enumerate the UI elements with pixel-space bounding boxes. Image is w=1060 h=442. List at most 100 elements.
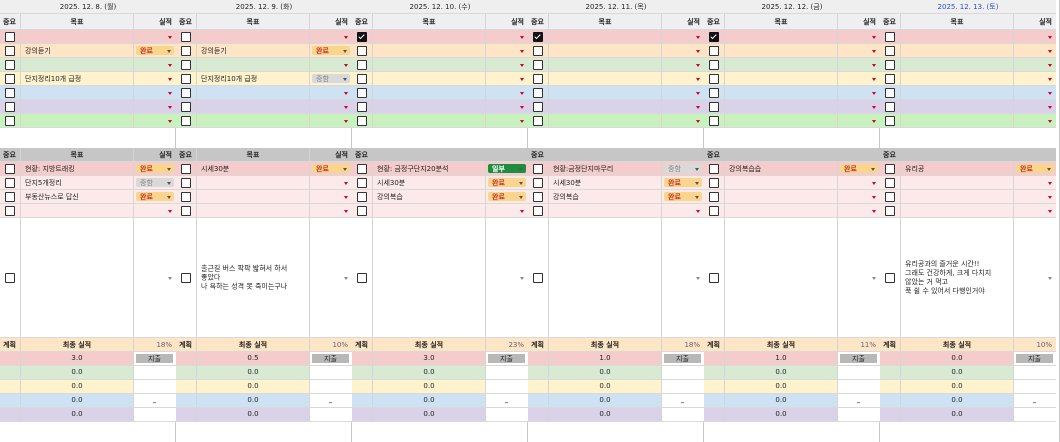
- task-cell[interactable]: 시세30분: [196, 162, 309, 175]
- status-dropdown[interactable]: [837, 30, 880, 43]
- status-dropdown[interactable]: [837, 72, 880, 85]
- priority-checkbox[interactable]: [533, 87, 543, 98]
- priority-checkbox[interactable]: [5, 101, 15, 112]
- goal-cell[interactable]: [372, 58, 485, 71]
- status-dropdown[interactable]: [309, 176, 352, 189]
- status-dropdown[interactable]: [133, 114, 176, 127]
- note-cell[interactable]: 유리공과의 즐거운 시간!! 그래도 건강하게, 크게 다치지 않았는 거 먹고…: [900, 218, 1013, 337]
- goal-cell[interactable]: [548, 58, 661, 71]
- priority-checkbox[interactable]: [357, 205, 367, 216]
- task-cell[interactable]: [372, 204, 485, 217]
- status-dropdown[interactable]: [1013, 114, 1056, 127]
- task-cell[interactable]: [724, 176, 837, 189]
- priority-checkbox[interactable]: [709, 163, 719, 174]
- goal-cell[interactable]: [900, 86, 1013, 99]
- status-dropdown[interactable]: [1013, 86, 1056, 99]
- status-dropdown[interactable]: [485, 86, 528, 99]
- status-dropdown[interactable]: [309, 58, 352, 71]
- priority-checkbox[interactable]: [709, 191, 719, 202]
- task-cell[interactable]: [900, 190, 1013, 203]
- status-dropdown[interactable]: 중함: [661, 162, 704, 175]
- note-dropdown[interactable]: [309, 218, 352, 337]
- priority-checkbox[interactable]: [357, 45, 367, 56]
- priority-checkbox[interactable]: [357, 177, 367, 188]
- task-cell[interactable]: 단지5개정리: [20, 176, 133, 189]
- submit-button[interactable]: 지출: [664, 354, 701, 363]
- priority-checkbox[interactable]: [181, 205, 191, 216]
- goal-cell[interactable]: [20, 86, 133, 99]
- status-dropdown[interactable]: [1013, 100, 1056, 113]
- goal-cell[interactable]: 단지정리10개 급정: [20, 72, 133, 85]
- status-dropdown[interactable]: [837, 44, 880, 57]
- task-cell[interactable]: 강의복습: [548, 190, 661, 203]
- priority-checkbox[interactable]: [357, 73, 367, 84]
- status-dropdown[interactable]: [1013, 204, 1056, 217]
- priority-checkbox[interactable]: [5, 45, 15, 56]
- goal-cell[interactable]: [724, 72, 837, 85]
- goal-cell[interactable]: 단지정리10개 급정: [196, 72, 309, 85]
- note-checkbox[interactable]: [181, 272, 191, 283]
- priority-checkbox[interactable]: [885, 87, 895, 98]
- priority-checkbox[interactable]: [533, 31, 543, 42]
- priority-checkbox[interactable]: [357, 59, 367, 70]
- goal-cell[interactable]: [196, 58, 309, 71]
- priority-checkbox[interactable]: [533, 59, 543, 70]
- goal-cell[interactable]: [20, 100, 133, 113]
- goal-cell[interactable]: [372, 114, 485, 127]
- status-dropdown[interactable]: 완료: [485, 190, 528, 203]
- note-checkbox[interactable]: [885, 272, 895, 283]
- status-dropdown[interactable]: [661, 72, 704, 85]
- priority-checkbox[interactable]: [533, 191, 543, 202]
- task-cell[interactable]: 강의복습습: [724, 162, 837, 175]
- note-cell[interactable]: [548, 218, 661, 337]
- task-cell[interactable]: [900, 176, 1013, 189]
- note-checkbox[interactable]: [533, 272, 543, 283]
- priority-checkbox[interactable]: [709, 59, 719, 70]
- priority-checkbox[interactable]: [885, 191, 895, 202]
- status-dropdown[interactable]: [309, 100, 352, 113]
- status-dropdown[interactable]: [837, 86, 880, 99]
- status-dropdown[interactable]: [485, 30, 528, 43]
- status-dropdown[interactable]: [1013, 190, 1056, 203]
- priority-checkbox[interactable]: [181, 101, 191, 112]
- task-cell[interactable]: [196, 190, 309, 203]
- task-cell[interactable]: [724, 204, 837, 217]
- submit-button[interactable]: 지출: [136, 354, 173, 363]
- priority-checkbox[interactable]: [533, 205, 543, 216]
- status-dropdown[interactable]: [661, 86, 704, 99]
- status-dropdown[interactable]: 일부: [485, 162, 528, 175]
- note-cell[interactable]: [724, 218, 837, 337]
- priority-checkbox[interactable]: [885, 59, 895, 70]
- status-dropdown[interactable]: 완료: [133, 162, 176, 175]
- priority-checkbox[interactable]: [709, 101, 719, 112]
- task-cell[interactable]: [20, 204, 133, 217]
- goal-cell[interactable]: [900, 44, 1013, 57]
- priority-checkbox[interactable]: [533, 45, 543, 56]
- goal-cell[interactable]: [900, 100, 1013, 113]
- status-dropdown[interactable]: [661, 100, 704, 113]
- priority-checkbox[interactable]: [181, 115, 191, 126]
- status-dropdown[interactable]: [309, 204, 352, 217]
- status-dropdown[interactable]: [485, 72, 528, 85]
- priority-checkbox[interactable]: [357, 115, 367, 126]
- status-dropdown[interactable]: [309, 30, 352, 43]
- priority-checkbox[interactable]: [5, 205, 15, 216]
- status-dropdown[interactable]: 완료: [485, 176, 528, 189]
- task-cell[interactable]: [724, 190, 837, 203]
- goal-cell[interactable]: [900, 114, 1013, 127]
- goal-cell[interactable]: [196, 86, 309, 99]
- note-dropdown[interactable]: [661, 218, 704, 337]
- priority-checkbox[interactable]: [533, 163, 543, 174]
- priority-checkbox[interactable]: [709, 87, 719, 98]
- priority-checkbox[interactable]: [709, 115, 719, 126]
- status-dropdown[interactable]: [309, 86, 352, 99]
- priority-checkbox[interactable]: [709, 205, 719, 216]
- status-dropdown[interactable]: [133, 58, 176, 71]
- task-cell[interactable]: 시세30분: [548, 176, 661, 189]
- status-dropdown[interactable]: [661, 114, 704, 127]
- priority-checkbox[interactable]: [181, 59, 191, 70]
- task-cell[interactable]: 현황: 금정구단지20분석: [372, 162, 485, 175]
- status-dropdown[interactable]: [485, 44, 528, 57]
- task-cell[interactable]: 강의복습: [372, 190, 485, 203]
- priority-checkbox[interactable]: [5, 31, 15, 42]
